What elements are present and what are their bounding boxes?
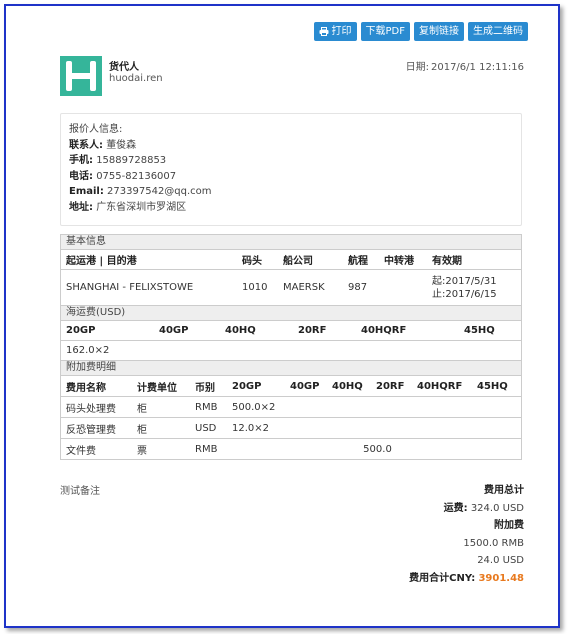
remark-text: 测试备注 <box>60 486 100 497</box>
col-fee-name: 费用名称 <box>66 382 106 394</box>
address-label: 地址: <box>69 201 93 213</box>
fee-currency: RMB <box>195 401 218 413</box>
basic-info-row: SHANGHAI - FELIXSTOWE 1010 MAERSK 987 起:… <box>61 270 521 306</box>
print-button[interactable]: 打印 <box>313 22 357 41</box>
quoter-info-box: 报价人信息: 联系人: 董俊森 手机: 15889728853 电话: 0755… <box>60 113 522 226</box>
freight-20gp: 162.0×2 <box>66 345 110 356</box>
col-s45hq: 45HQ <box>477 380 508 392</box>
download-pdf-button[interactable]: 下载PDF <box>360 22 410 41</box>
surcharge-row: 文件费 票 RMB 500.0 <box>61 439 521 459</box>
fee-unit: 柜 <box>137 424 147 436</box>
freight-label: 运费: <box>443 502 468 514</box>
printer-icon <box>319 27 329 36</box>
col-route: 起运港 | 目的港 <box>66 256 137 267</box>
phone-value: 0755-82136007 <box>96 170 177 182</box>
phone-row: 电话: 0755-82136007 <box>69 169 513 185</box>
basic-info-columns: 起运港 | 目的港 码头 船公司 航程 中转港 有效期 <box>61 250 521 270</box>
valid-from: 起:2017/5/31 <box>432 275 497 287</box>
col-s20gp: 20GP <box>232 380 262 392</box>
transit-cell: 987 <box>348 282 368 293</box>
col-transit: 航程 <box>348 256 368 267</box>
fee-currency: RMB <box>195 443 218 455</box>
col-20rf: 20RF <box>298 325 327 336</box>
fee-20gp: 500.0×2 <box>232 401 276 413</box>
surcharge-header: 附加费明细 <box>61 361 521 376</box>
contact-row: 联系人: 董俊森 <box>69 138 513 154</box>
col-unit: 计费单位 <box>137 382 177 394</box>
fee-currency: USD <box>195 422 217 434</box>
ocean-freight-columns: 20GP 40GP 40HQ 20RF 40HQRF 45HQ <box>61 321 521 341</box>
total-value: 3901.48 <box>478 572 524 584</box>
freight-total-row: 运费: 324.0 USD <box>409 500 524 518</box>
col-carrier: 船公司 <box>283 256 313 267</box>
summary-title: 费用总计 <box>484 485 524 496</box>
copy-link-button[interactable]: 复制链接 <box>414 22 464 41</box>
basic-info-header: 基本信息 <box>61 235 521 250</box>
fee-name: 文件费 <box>66 445 96 457</box>
quote-date: 日期: 2017/6/1 12:11:16 <box>404 58 524 73</box>
company-logo <box>60 56 102 96</box>
generate-qr-button[interactable]: 生成二维码 <box>468 22 528 41</box>
email-value: 273397542@qq.com <box>107 186 212 197</box>
valid-to: 止:2017/6/15 <box>432 288 497 300</box>
surcharge-columns: 费用名称 计费单位 币别 20GP 40GP 40HQ 20RF 40HQRF … <box>61 376 521 397</box>
col-40hqrf: 40HQRF <box>361 325 407 336</box>
terminal-cell: 1010 <box>242 282 268 293</box>
col-transship: 中转港 <box>384 256 414 267</box>
surcharge-title: 附加费 <box>494 520 524 531</box>
contact-value: 董俊森 <box>106 139 137 151</box>
col-40gp: 40GP <box>159 325 189 336</box>
col-s20rf: 20RF <box>376 380 405 392</box>
mobile-row: 手机: 15889728853 <box>69 153 513 169</box>
col-currency: 币别 <box>195 382 215 394</box>
phone-label: 电话: <box>69 170 93 182</box>
address-row: 地址: 广东省深圳市罗湖区 <box>69 200 513 216</box>
total-label: 费用合计CNY: <box>409 572 476 584</box>
col-s40gp: 40GP <box>290 380 320 392</box>
surcharge-rmb: 1500.0 RMB <box>463 537 524 549</box>
toolbar: 打印 下载PDF 复制链接 生成二维码 <box>313 22 528 41</box>
fee-20gp: 12.0×2 <box>232 422 270 434</box>
surcharge-row: 码头处理费 柜 RMB 500.0×2 <box>61 397 521 418</box>
freight-value: 324.0 USD <box>470 502 524 514</box>
surcharge-row: 反恐管理费 柜 USD 12.0×2 <box>61 418 521 439</box>
fee-unit: 柜 <box>137 403 147 415</box>
contact-label: 联系人: <box>69 139 103 151</box>
ocean-freight-header: 海运费(USD) <box>61 306 521 321</box>
col-s40hqrf: 40HQRF <box>417 380 463 392</box>
mobile-value: 15889728853 <box>96 155 167 166</box>
email-label: Email: <box>69 186 104 197</box>
grand-total-row: 费用合计CNY: 3901.48 <box>409 570 524 588</box>
validity-cell: 起:2017/5/31 止:2017/6/15 <box>427 275 523 301</box>
date-label: 日期: <box>405 62 429 73</box>
print-label: 打印 <box>331 26 352 37</box>
fee-name: 码头处理费 <box>66 403 116 415</box>
address-value: 广东省深圳市罗湖区 <box>96 201 187 213</box>
col-20gp: 20GP <box>66 325 96 336</box>
surcharge-usd: 24.0 USD <box>477 555 524 566</box>
quoter-heading: 报价人信息: <box>69 124 123 135</box>
fee-total: 500.0 <box>363 443 392 455</box>
company-website: huodai.ren <box>109 73 163 84</box>
mobile-label: 手机: <box>69 155 93 166</box>
carrier-cell: MAERSK <box>283 282 325 293</box>
col-terminal: 码头 <box>242 256 262 267</box>
col-45hq: 45HQ <box>464 325 495 336</box>
cost-summary: 费用总计 运费: 324.0 USD 附加费 1500.0 RMB 24.0 U… <box>409 482 524 587</box>
col-s40hq: 40HQ <box>332 380 363 392</box>
company-name: 货代人 <box>109 62 139 73</box>
date-value: 2017/6/1 12:11:16 <box>430 62 524 73</box>
email-row: Email: 273397542@qq.com <box>69 184 513 200</box>
quote-table: 基本信息 起运港 | 目的港 码头 船公司 航程 中转港 有效期 SHANGHA… <box>60 234 522 460</box>
fee-name: 反恐管理费 <box>66 424 116 436</box>
col-validity: 有效期 <box>432 256 462 267</box>
route-cell: SHANGHAI - FELIXSTOWE <box>66 282 194 293</box>
col-40hq: 40HQ <box>225 325 256 336</box>
fee-unit: 票 <box>137 445 147 457</box>
ocean-freight-row: 162.0×2 <box>61 341 521 361</box>
